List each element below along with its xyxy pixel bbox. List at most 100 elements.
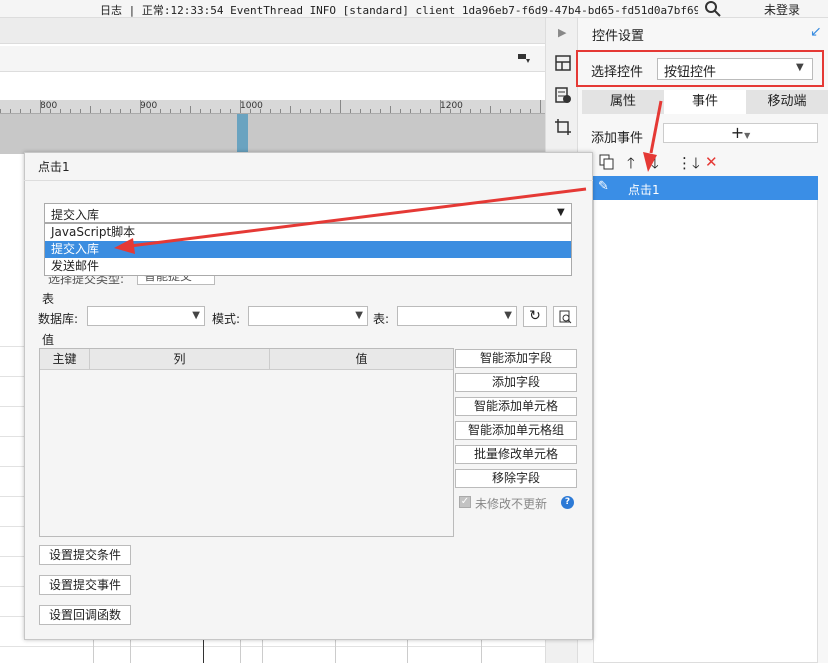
expand-arrow-icon[interactable]: ▶ bbox=[558, 26, 566, 39]
column-header-column: 列 bbox=[90, 349, 270, 370]
event-list-item-selected[interactable] bbox=[593, 176, 818, 200]
grid-line bbox=[0, 496, 24, 497]
smart-add-cell-group-button[interactable]: 智能添加单元格组 bbox=[455, 421, 577, 440]
ruler-tick bbox=[130, 109, 131, 113]
ruler-tick bbox=[190, 106, 191, 113]
set-submit-event-button[interactable]: 设置提交事件 bbox=[39, 575, 131, 595]
smart-add-cell-button[interactable]: 智能添加单元格 bbox=[455, 397, 577, 416]
table-select[interactable]: ▼ bbox=[397, 306, 517, 326]
field-mapping-table bbox=[39, 348, 454, 537]
log-status-text: 日志 | 正常:12:33:54 EventThread INFO [stand… bbox=[100, 4, 698, 17]
ruler-tick bbox=[0, 109, 1, 113]
column-header-key: 主键 bbox=[40, 349, 90, 370]
grid-line bbox=[481, 640, 482, 663]
ruler-tick bbox=[430, 109, 431, 113]
panel-tabs: 属性 事件 移动端 bbox=[582, 90, 828, 114]
preview-button[interactable] bbox=[553, 306, 577, 327]
ruler-tick bbox=[320, 109, 321, 113]
move-down-icon[interactable]: 🡓 bbox=[651, 153, 659, 178]
tab-attributes[interactable]: 属性 bbox=[582, 90, 664, 114]
ruler-tick bbox=[170, 109, 171, 113]
ruler-tick bbox=[70, 109, 71, 113]
ruler-tick bbox=[390, 106, 391, 113]
tab-events[interactable]: 事件 bbox=[664, 90, 746, 114]
ruler-tick bbox=[280, 109, 281, 113]
preview-search-icon bbox=[559, 310, 572, 324]
ruler-tick bbox=[240, 100, 241, 113]
table-section-title: 表 bbox=[42, 292, 55, 306]
ruler-tick bbox=[150, 109, 151, 113]
widget-settings-icon[interactable] bbox=[554, 86, 572, 104]
grid-line bbox=[0, 556, 24, 557]
grid-line bbox=[0, 616, 24, 617]
ruler-tick bbox=[30, 109, 31, 113]
edit-pencil-icon[interactable]: ✎ bbox=[598, 179, 609, 194]
ruler-tick bbox=[400, 109, 401, 113]
mode-label: 模式: bbox=[212, 312, 241, 326]
smart-add-field-button[interactable]: 智能添加字段 bbox=[455, 349, 577, 368]
widget-type-value: 按钮控件 bbox=[664, 65, 717, 80]
add-event-button[interactable]: +▼ bbox=[663, 123, 818, 143]
layout-icon[interactable] bbox=[554, 54, 572, 72]
option-javascript[interactable]: JavaScript脚本 bbox=[45, 224, 571, 241]
canvas-gray-area bbox=[0, 114, 545, 154]
panel-title: 控件设置 bbox=[592, 29, 645, 44]
option-submit-to-db[interactable]: 提交入库 bbox=[45, 241, 571, 258]
mode-select[interactable]: ▼ bbox=[248, 306, 368, 326]
refresh-button[interactable]: ↻ bbox=[523, 306, 547, 327]
help-icon[interactable]: ? bbox=[561, 496, 574, 509]
paint-format-icon[interactable] bbox=[517, 53, 531, 65]
grid-line bbox=[335, 640, 336, 663]
ruler-tick bbox=[10, 109, 11, 113]
ruler-tick bbox=[440, 100, 441, 113]
move-up-icon[interactable]: 🡑 bbox=[627, 153, 635, 178]
move-bottom-icon[interactable]: ⋮🡓 bbox=[677, 153, 700, 178]
grid-line bbox=[0, 466, 24, 467]
ruler-tick bbox=[80, 109, 81, 113]
ruler-tick bbox=[20, 109, 21, 113]
select-widget-label: 选择控件 bbox=[591, 65, 644, 80]
ruler-tick bbox=[100, 109, 101, 113]
search-icon[interactable] bbox=[704, 0, 722, 18]
ruler-tick bbox=[330, 109, 331, 113]
unmodified-checkbox[interactable]: ✓ bbox=[459, 496, 471, 508]
tab-mobile[interactable]: 移动端 bbox=[746, 90, 828, 114]
crop-icon[interactable] bbox=[554, 118, 572, 136]
set-callback-button[interactable]: 设置回调函数 bbox=[39, 605, 131, 625]
collapse-arrow-icon[interactable]: ↙ bbox=[810, 24, 822, 40]
editor-toolbar bbox=[0, 46, 545, 72]
ruler-tick bbox=[380, 109, 381, 113]
ruler-tick bbox=[310, 109, 311, 113]
grid-line bbox=[0, 406, 24, 407]
grid-line bbox=[0, 646, 545, 647]
chevron-down-icon: ▼ bbox=[355, 310, 363, 321]
editor-tab-bar bbox=[0, 18, 545, 44]
delete-icon[interactable]: ✕ bbox=[705, 153, 718, 171]
ruler-tick bbox=[220, 109, 221, 113]
copy-icon[interactable] bbox=[599, 154, 615, 170]
selected-column-marker bbox=[237, 114, 248, 154]
chevron-down-icon: ▼ bbox=[192, 310, 200, 321]
remove-field-button[interactable]: 移除字段 bbox=[455, 469, 577, 488]
database-select[interactable]: ▼ bbox=[87, 306, 205, 326]
ruler-label: 800 bbox=[40, 101, 58, 111]
table-header: 主键 列 值 bbox=[40, 349, 453, 370]
ruler-tick bbox=[540, 100, 541, 113]
event-toolbar: 🡑 🡓 ⋮🡓 ✕ bbox=[593, 150, 818, 174]
ruler-tick bbox=[290, 106, 291, 113]
chevron-down-icon[interactable]: ▼ bbox=[557, 207, 565, 218]
option-send-email[interactable]: 发送邮件 bbox=[45, 258, 571, 275]
chevron-down-icon[interactable]: ▼ bbox=[796, 62, 804, 73]
set-submit-condition-button[interactable]: 设置提交条件 bbox=[39, 545, 131, 565]
batch-modify-cell-button[interactable]: 批量修改单元格 bbox=[455, 445, 577, 464]
event-type-select[interactable] bbox=[44, 203, 572, 223]
grid-line bbox=[0, 346, 24, 347]
grid-line bbox=[0, 436, 24, 437]
add-field-button[interactable]: 添加字段 bbox=[455, 373, 577, 392]
ruler-tick bbox=[490, 106, 491, 113]
add-event-label: 添加事件 bbox=[591, 131, 644, 146]
horizontal-ruler: 800 900 1000 1200 bbox=[0, 100, 545, 114]
ruler-label: 900 bbox=[140, 101, 158, 111]
login-link[interactable]: 未登录 bbox=[764, 1, 800, 18]
grid-line bbox=[203, 640, 204, 663]
